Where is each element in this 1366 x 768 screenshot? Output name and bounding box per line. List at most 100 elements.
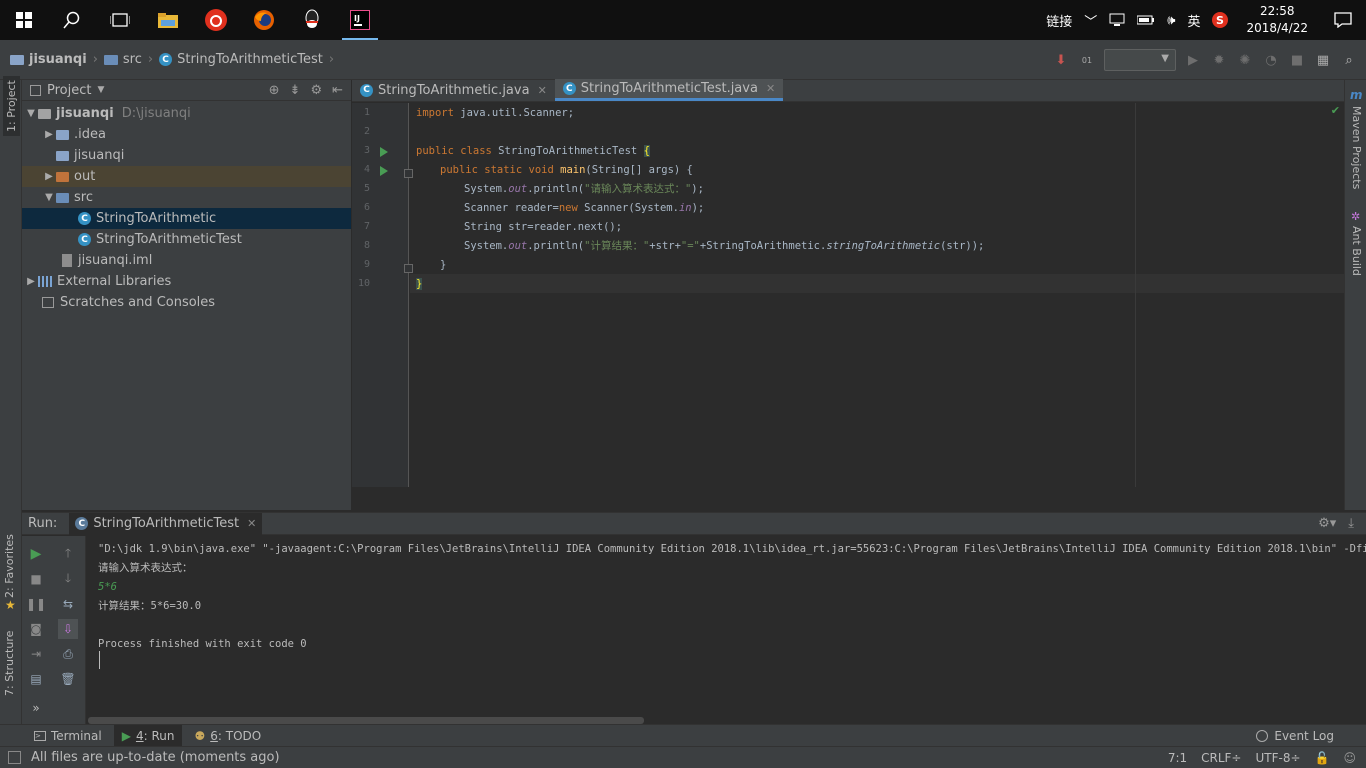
chevron-down-icon[interactable]: ▼ <box>97 85 104 95</box>
structure-tool-tab[interactable]: 7: Structure <box>3 631 16 696</box>
scroll-down-icon[interactable]: 🡓 <box>58 569 78 589</box>
toggle-tool-windows-icon[interactable] <box>8 751 21 764</box>
build-project-icon[interactable]: ⬇ <box>1052 51 1070 69</box>
debug-icon[interactable]: ✹ <box>1210 51 1228 69</box>
gear-icon[interactable]: ⚙ <box>310 83 322 98</box>
binary-icon[interactable]: 01 <box>1078 51 1096 69</box>
print-icon[interactable]: ⎙ <box>58 644 78 664</box>
layout-icon[interactable]: ▤ <box>26 669 46 689</box>
scroll-to-end-icon[interactable]: ⇩ <box>58 619 78 639</box>
line-number: 1 <box>363 107 370 118</box>
locate-icon[interactable]: ⊕ <box>269 83 280 98</box>
run-gutter-icon[interactable] <box>380 166 388 176</box>
hide-panel-icon[interactable]: ⤓ <box>1348 516 1354 531</box>
tab-stringtoarithmetictest[interactable]: C StringToArithmeticTest.java ✕ <box>554 79 784 101</box>
status-bar: All files are up-to-date (moments ago) 7… <box>0 746 1366 768</box>
close-icon[interactable]: ✕ <box>247 517 256 530</box>
exit-icon[interactable]: ⇥ <box>26 644 46 664</box>
maven-tool-tab[interactable]: Maven Projects <box>1350 106 1363 189</box>
chevron-down-icon[interactable]: ▼ <box>24 108 38 119</box>
horizontal-scrollbar[interactable] <box>88 717 644 724</box>
tree-item-external-libraries[interactable]: ▶ External Libraries <box>22 271 351 292</box>
code-text: +StringToArithmetic. <box>699 240 827 252</box>
tab-stringtoarithmetic[interactable]: C StringToArithmetic.java ✕ <box>352 79 555 101</box>
chevron-right-icon[interactable]: ▶ <box>42 171 56 182</box>
run-gutter-icon[interactable] <box>380 147 388 157</box>
network-icon[interactable] <box>1103 13 1131 27</box>
project-panel-title[interactable]: Project <box>47 83 91 98</box>
stop-icon[interactable]: ■ <box>26 569 46 589</box>
tree-item-out[interactable]: ▶ out <box>22 166 351 187</box>
run-tool-button[interactable]: ▶ 4: Run <box>113 724 183 747</box>
chevron-right-icon[interactable]: ▶ <box>24 276 38 287</box>
collapse-icon[interactable]: ⇟ <box>290 83 301 98</box>
file-explorer-icon[interactable] <box>144 0 192 40</box>
qq-icon[interactable] <box>288 0 336 40</box>
inspection-ok-icon[interactable]: ✔ <box>1331 104 1340 117</box>
intellij-icon[interactable]: IJ <box>336 0 384 40</box>
search-icon[interactable] <box>48 0 96 40</box>
breadcrumb-src[interactable]: src <box>123 52 142 67</box>
profile-icon[interactable]: ◔ <box>1262 51 1280 69</box>
breadcrumb-class[interactable]: StringToArithmeticTest <box>177 52 323 67</box>
ant-tool-tab[interactable]: Ant Build <box>1350 226 1363 276</box>
lock-icon[interactable]: 🔓 <box>1315 751 1330 765</box>
favorites-tool-tab[interactable]: 2: Favorites <box>3 534 16 598</box>
terminal-tool-button[interactable]: > Terminal <box>26 725 110 747</box>
camera-icon[interactable]: ◙ <box>26 619 46 639</box>
sogou-ime-icon[interactable]: S <box>1206 12 1234 28</box>
tree-item-scratches[interactable]: Scratches and Consoles <box>22 292 351 313</box>
gear-icon[interactable]: ⚙▾ <box>1318 516 1336 531</box>
todo-tool-button[interactable]: ⚉ 6: TODO <box>186 725 269 747</box>
windows-start-icon[interactable] <box>0 0 48 40</box>
pause-icon[interactable]: ❚❚ <box>26 594 46 614</box>
tree-item-stringtoarithmetic[interactable]: C StringToArithmetic <box>22 208 351 229</box>
trash-icon[interactable]: 🗑 <box>58 669 78 689</box>
tree-item-root[interactable]: ▼ jisuanqi D:\jisuanqi <box>22 103 351 124</box>
hector-icon[interactable]: ☺ <box>1343 751 1356 765</box>
tree-item-stringtoarithmetictest[interactable]: C StringToArithmeticTest <box>22 229 351 250</box>
run-config-select[interactable]: ▼ <box>1104 49 1176 71</box>
volume-icon[interactable]: 🕪 <box>1161 13 1181 28</box>
file-encoding[interactable]: UTF-8÷ <box>1255 751 1300 765</box>
more-icon[interactable]: » <box>26 698 46 718</box>
fold-marker-icon[interactable] <box>404 169 413 178</box>
clock[interactable]: 22:58 2018/4/22 <box>1234 3 1320 37</box>
coverage-icon[interactable]: ✺ <box>1236 51 1254 69</box>
code-area[interactable]: import java.util.Scanner; public class S… <box>416 103 1336 487</box>
tree-item-jisuanqi-folder[interactable]: jisuanqi <box>22 145 351 166</box>
close-icon[interactable]: ✕ <box>538 84 547 97</box>
firefox-icon[interactable] <box>240 0 288 40</box>
task-view-icon[interactable] <box>96 0 144 40</box>
ime-label[interactable]: 英 <box>1181 11 1206 30</box>
stop-icon[interactable]: ■ <box>1288 51 1306 69</box>
link-label[interactable]: 链接 <box>1040 11 1078 30</box>
breadcrumb-project[interactable]: jisuanqi <box>29 52 87 67</box>
run-tab[interactable]: C StringToArithmeticTest ✕ <box>69 512 263 535</box>
line-separator[interactable]: CRLF÷ <box>1201 751 1241 765</box>
chevron-up-icon[interactable]: ﹀ <box>1078 11 1103 30</box>
keyword: new <box>558 202 578 214</box>
netease-music-icon[interactable] <box>192 0 240 40</box>
chevron-right-icon[interactable]: ▶ <box>42 129 56 140</box>
module-icon <box>38 108 51 119</box>
hide-icon[interactable]: ⇤ <box>332 83 343 98</box>
search-everywhere-icon[interactable]: ⌕ <box>1340 51 1358 69</box>
battery-icon[interactable] <box>1131 14 1161 26</box>
run-icon[interactable]: ▶ <box>1184 51 1202 69</box>
close-icon[interactable]: ✕ <box>766 82 775 95</box>
event-log-button[interactable]: Event Log <box>1256 729 1366 743</box>
fold-marker-icon[interactable] <box>404 264 413 273</box>
caret-position[interactable]: 7:1 <box>1168 751 1187 765</box>
tree-item-iml[interactable]: jisuanqi.iml <box>22 250 351 271</box>
notifications-icon[interactable] <box>1320 12 1366 28</box>
scroll-up-icon[interactable]: 🡑 <box>58 544 78 564</box>
tree-item-idea[interactable]: ▶ .idea <box>22 124 351 145</box>
tree-item-src[interactable]: ▼ src <box>22 187 351 208</box>
project-tool-tab[interactable]: 1: Project <box>3 76 20 136</box>
soft-wrap-icon[interactable]: ⇆ <box>58 594 78 614</box>
console-output[interactable]: "D:\jdk 1.9\bin\java.exe" "-javaagent:C:… <box>98 536 1366 716</box>
rerun-icon[interactable]: ▶ <box>26 544 46 564</box>
chevron-down-icon[interactable]: ▼ <box>42 192 56 203</box>
project-structure-icon[interactable]: ▦ <box>1314 51 1332 69</box>
